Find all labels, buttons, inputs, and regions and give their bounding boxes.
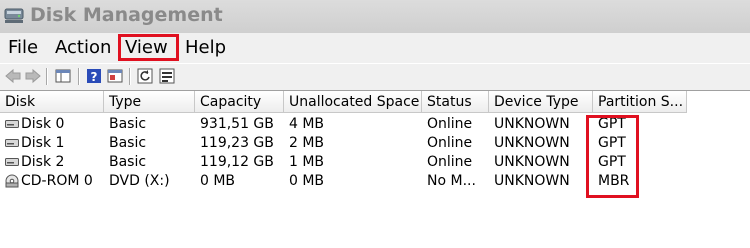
properties-icon[interactable] [106,67,124,85]
svg-text:?: ? [91,70,98,84]
cell-disk: Disk 2 [0,153,104,172]
window-title: Disk Management [30,4,223,26]
cell-status: Online [427,154,473,170]
toolbar: ? [0,63,750,90]
cell-type: Basic [109,154,147,170]
hard-disk-icon [5,139,19,147]
cell-status: No M... [427,173,476,189]
column-header-unallocated-space[interactable]: Unallocated Space [284,91,422,113]
menu-help[interactable]: Help [185,36,226,60]
cell-device-type: UNKNOWN [494,135,570,151]
cell-device-type: UNKNOWN [494,116,570,132]
cell-status: Online [427,116,473,132]
disk-name: Disk 1 [21,135,65,151]
refresh-icon[interactable] [136,67,154,85]
hard-disk-icon [5,120,19,128]
cell-capacity: 119,12 GB [200,154,274,170]
cell-capacity: 0 MB [200,173,236,189]
cell-disk: CD-ROM 0 [0,172,104,191]
cell-disk: Disk 1 [0,134,104,153]
export-icon[interactable] [158,67,176,85]
menu-action[interactable]: Action [55,36,111,60]
cell-status: Online [427,135,473,151]
disk-name: Disk 0 [21,116,65,132]
console-view-icon[interactable] [54,67,72,85]
column-header-partition-style[interactable]: Partition S... [593,91,687,113]
cell-disk: Disk 0 [0,115,104,134]
column-header-device-type[interactable]: Device Type [489,91,593,113]
toolbar-separator [129,68,131,85]
table-header: Disk Type Capacity Unallocated Space Sta… [0,91,750,113]
cell-type: DVD (X:) [109,173,170,189]
cell-type: Basic [109,116,147,132]
partition-style-highlight-box [586,115,639,198]
disk-name: CD-ROM 0 [21,173,93,189]
cell-capacity: 119,23 GB [200,135,274,151]
cell-device-type: UNKNOWN [494,154,570,170]
menu-file[interactable]: File [8,36,38,60]
view-menu-highlight-box [118,34,179,61]
column-header-type[interactable]: Type [104,91,195,113]
column-header-status[interactable]: Status [422,91,489,113]
disk-name: Disk 2 [21,154,65,170]
toolbar-separator [78,68,80,85]
hard-disk-icon [5,158,19,166]
column-header-disk[interactable]: Disk [0,91,104,113]
disk-management-icon [4,8,24,23]
cell-type: Basic [109,135,147,151]
cell-capacity: 931,51 GB [200,116,274,132]
back-icon[interactable] [4,67,22,85]
column-header-capacity[interactable]: Capacity [195,91,284,113]
cell-unallocated: 4 MB [289,116,325,132]
toolbar-separator [46,68,48,85]
menu-bar: File Action View Help [0,33,750,63]
title-bar: Disk Management [0,0,750,34]
forward-icon[interactable] [24,67,42,85]
cd-rom-icon [5,174,19,188]
cell-unallocated: 2 MB [289,135,325,151]
help-icon[interactable]: ? [85,67,103,85]
cell-unallocated: 1 MB [289,154,325,170]
cell-device-type: UNKNOWN [494,173,570,189]
cell-unallocated: 0 MB [289,173,325,189]
